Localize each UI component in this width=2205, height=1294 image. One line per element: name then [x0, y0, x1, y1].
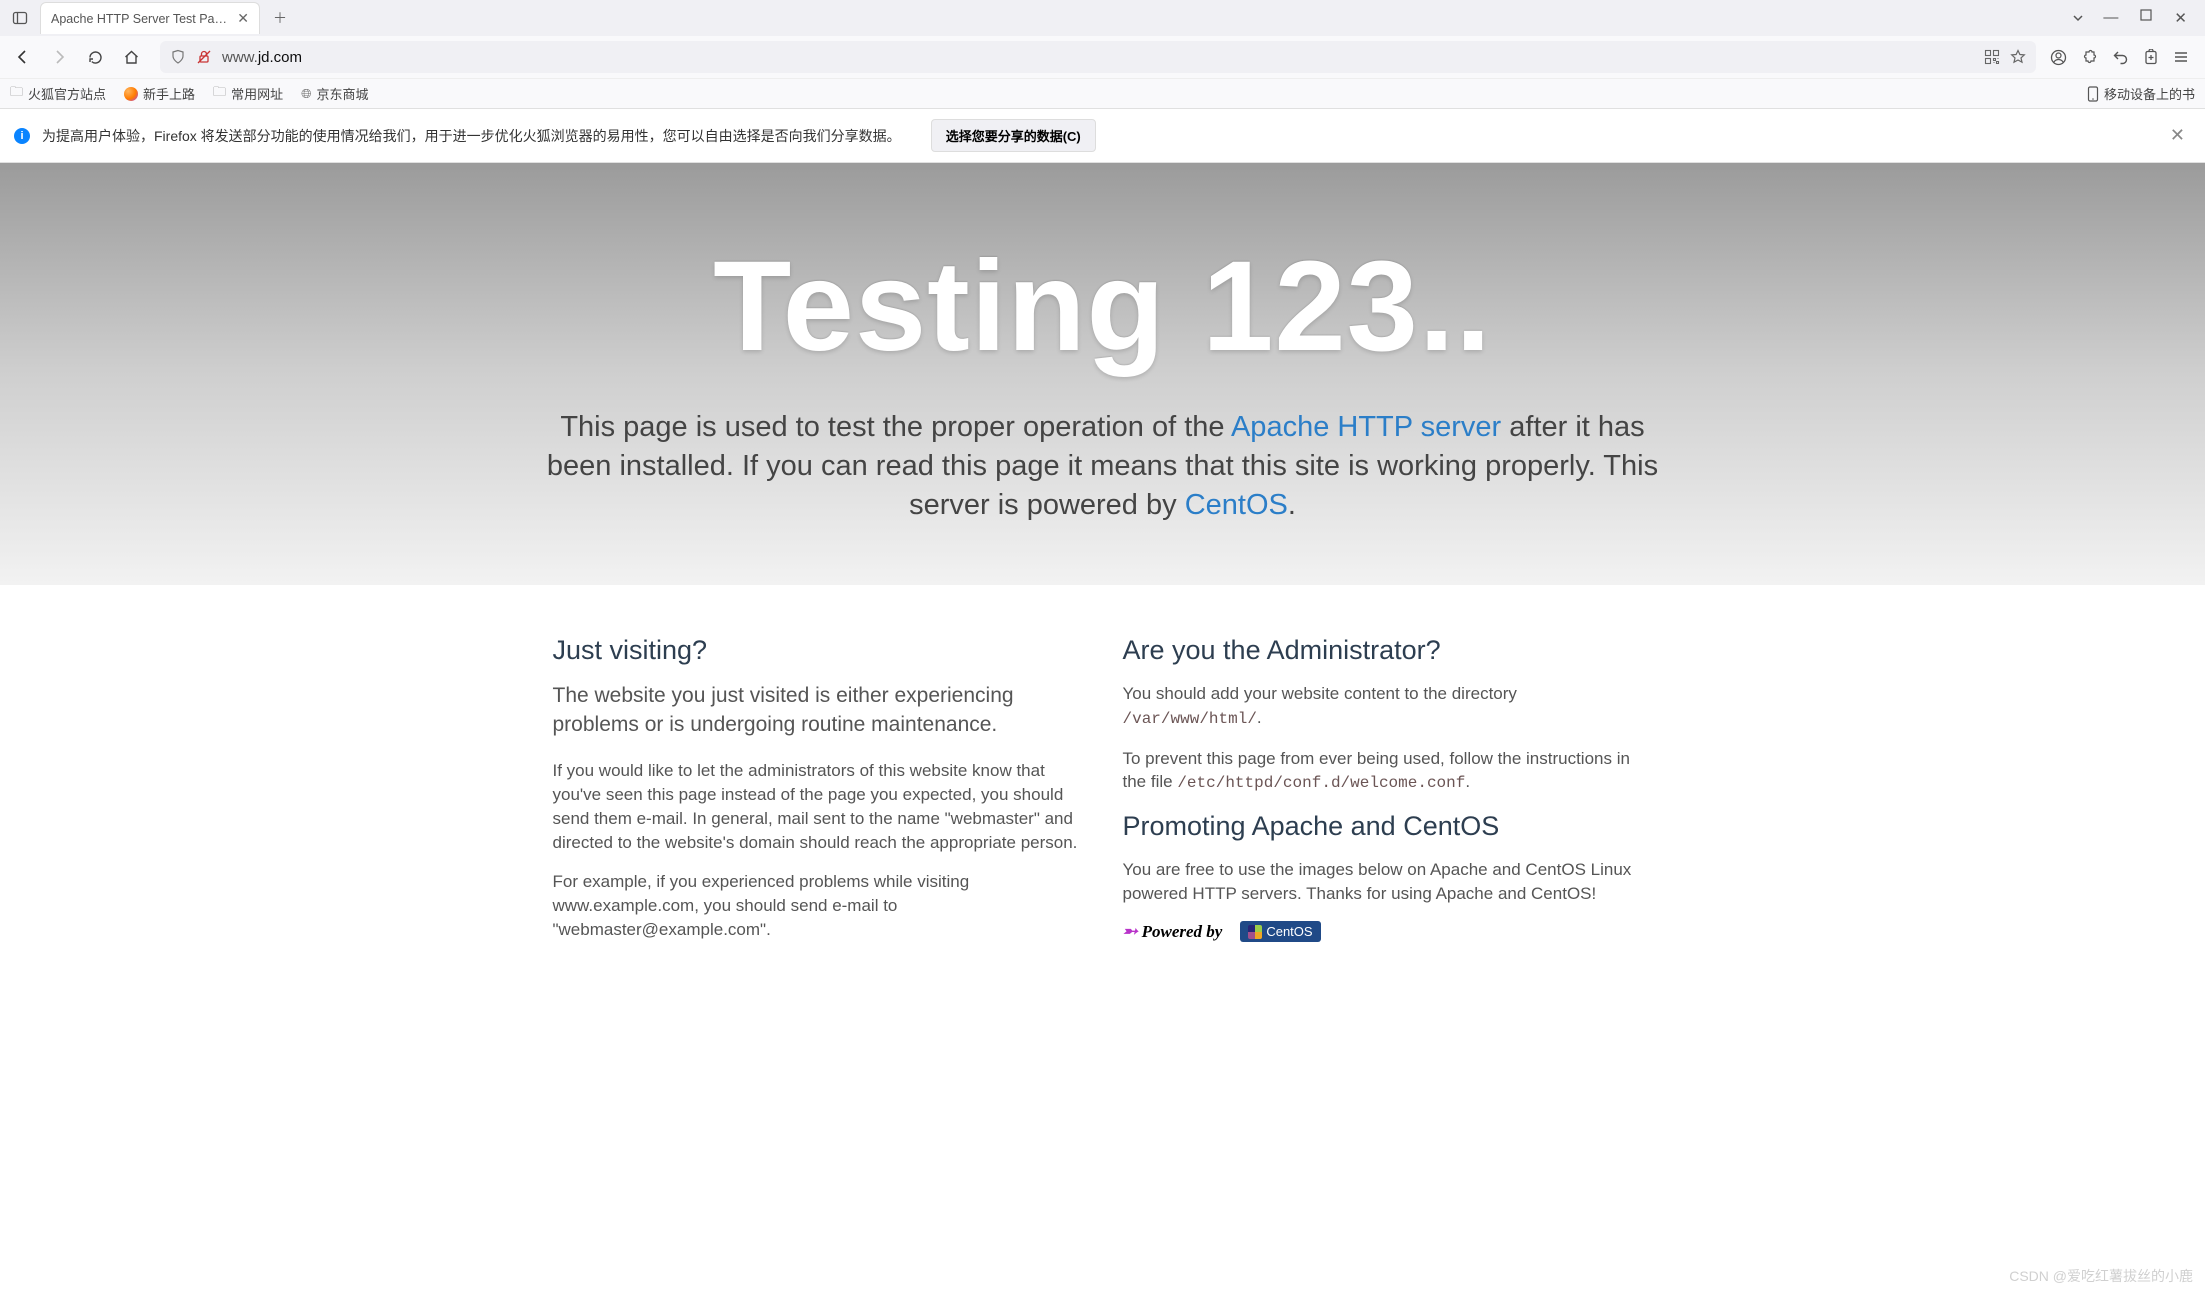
account-button[interactable]: [2050, 49, 2067, 66]
hero-title: Testing 123..: [40, 233, 2165, 380]
bookmark-item-4[interactable]: 🌐︎京东商城: [301, 84, 368, 103]
firefox-icon: [124, 87, 138, 101]
admin-p1: You should add your website content to t…: [1123, 682, 1653, 730]
left-p1: If you would like to let the administrat…: [553, 759, 1083, 854]
right-column: Are you the Administrator? You should ad…: [1123, 635, 1653, 957]
maximize-icon: [2140, 9, 2152, 21]
window-controls: — ✕: [2103, 9, 2187, 27]
forward-button[interactable]: [44, 42, 74, 72]
bookmark-item-3[interactable]: 🗀常用网址: [213, 83, 283, 105]
centos-link[interactable]: CentOS: [1185, 489, 1288, 521]
just-visiting-heading: Just visiting?: [553, 635, 1083, 666]
tab-bar: Apache HTTP Server Test Page p ✕ ＋ — ✕: [0, 0, 2205, 36]
folder-icon: 🗀: [213, 83, 226, 105]
centos-logo[interactable]: CentOS: [1240, 921, 1320, 942]
arrow-left-icon: [14, 48, 32, 66]
watermark-text: CSDN @爱吃红薯拔丝的小鹿: [2009, 1266, 2193, 1286]
notification-bar: i 为提高用户体验，Firefox 将发送部分功能的使用情况给我们，用于进一步优…: [0, 109, 2205, 163]
bookmark-item-2[interactable]: 新手上路: [124, 84, 195, 103]
clipboard-icon: [2143, 49, 2159, 66]
address-bar[interactable]: www.jd.com: [160, 41, 2036, 73]
nav-toolbar: www.jd.com: [0, 36, 2205, 78]
tab-title: Apache HTTP Server Test Page p: [51, 12, 229, 26]
user-icon: [2050, 49, 2067, 66]
apache-link[interactable]: Apache HTTP server: [1231, 411, 1501, 443]
left-column: Just visiting? The website you just visi…: [553, 635, 1083, 957]
url-text: www.jd.com: [222, 49, 1974, 66]
bookmarks-toolbar: 🗀火狐官方站点 新手上路 🗀常用网址 🌐︎京东商城 移动设备上的书: [0, 78, 2205, 108]
feather-icon: ➵: [1123, 921, 1138, 942]
new-tab-button[interactable]: ＋: [266, 4, 294, 32]
close-window-button[interactable]: ✕: [2174, 9, 2187, 27]
left-subheading: The website you just visited is either e…: [553, 682, 1083, 739]
notification-close-button[interactable]: ✕: [2164, 125, 2191, 146]
content-columns: Just visiting? The website you just visi…: [533, 585, 1673, 957]
admin-p2: To prevent this page from ever being use…: [1123, 747, 1653, 795]
browser-tab-active[interactable]: Apache HTTP Server Test Page p ✕: [40, 2, 260, 34]
bookmark-mobile[interactable]: 移动设备上的书: [2087, 84, 2195, 103]
globe-icon: 🌐︎: [301, 86, 311, 102]
qr-icon[interactable]: [1984, 49, 2000, 65]
logos-row: ➵ Powered by CentOS: [1123, 921, 1653, 942]
undo-close-button[interactable]: [2112, 49, 2129, 66]
undo-icon: [2112, 49, 2129, 66]
star-icon: [2010, 49, 2026, 65]
list-tabs-button[interactable]: [2071, 11, 2085, 25]
choose-data-button[interactable]: 选择您要分享的数据(C): [931, 119, 1096, 152]
app-menu-button[interactable]: [2173, 49, 2189, 65]
back-button[interactable]: [8, 42, 38, 72]
home-icon: [123, 49, 140, 66]
panel-icon: [12, 10, 28, 26]
reload-button[interactable]: [80, 42, 110, 72]
promoting-heading: Promoting Apache and CentOS: [1123, 811, 1653, 842]
hamburger-icon: [2173, 49, 2189, 65]
tab-close-button[interactable]: ✕: [237, 10, 249, 27]
shield-icon[interactable]: [170, 49, 186, 65]
extensions-button[interactable]: [2081, 49, 2098, 66]
maximize-button[interactable]: [2140, 9, 2152, 27]
folder-icon: 🗀: [10, 83, 23, 105]
hero-lead-text: This page is used to test the proper ope…: [543, 408, 1663, 525]
minimize-button[interactable]: —: [2103, 9, 2118, 27]
mobile-icon: [2087, 86, 2099, 102]
info-icon: i: [14, 128, 30, 144]
arrow-right-icon: [50, 48, 68, 66]
save-to-pocket-button[interactable]: [2143, 49, 2159, 66]
notification-text: 为提高用户体验，Firefox 将发送部分功能的使用情况给我们，用于进一步优化火…: [42, 126, 901, 146]
home-button[interactable]: [116, 42, 146, 72]
left-p2: For example, if you experienced problems…: [553, 870, 1083, 941]
admin-heading: Are you the Administrator?: [1123, 635, 1653, 666]
reload-icon: [87, 49, 104, 66]
bookmark-star-button[interactable]: [2010, 49, 2026, 65]
powered-by-apache-logo[interactable]: ➵ Powered by: [1123, 921, 1223, 942]
lock-insecure-icon[interactable]: [196, 49, 212, 65]
centos-mark-icon: [1248, 925, 1262, 939]
recent-tabs-button[interactable]: [6, 4, 34, 32]
promoting-text: You are free to use the images below on …: [1123, 858, 1653, 906]
puzzle-icon: [2081, 49, 2098, 66]
chevron-down-icon: [2071, 11, 2085, 25]
hero-banner: Testing 123.. This page is used to test …: [0, 163, 2205, 585]
bookmark-item-1[interactable]: 🗀火狐官方站点: [10, 83, 106, 105]
